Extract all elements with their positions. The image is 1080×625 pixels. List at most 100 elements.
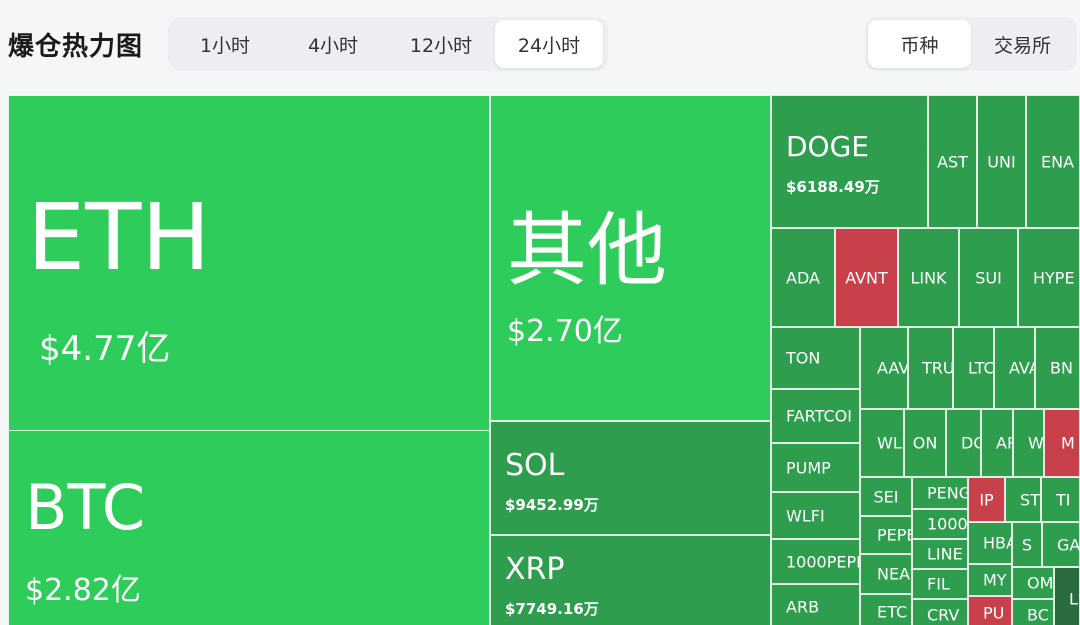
tile-symbol: AR (996, 433, 1012, 453)
tile-wl[interactable]: WL (860, 409, 904, 477)
tile-symbol: WL (877, 433, 902, 453)
tile-etc[interactable]: ETC (860, 594, 912, 625)
tile-bn[interactable]: BN (1035, 327, 1080, 409)
tile-fil[interactable]: FIL (912, 569, 968, 599)
tile-sol[interactable]: SOL $9452.99万 (490, 421, 771, 535)
tile-link[interactable]: LINK (898, 228, 959, 327)
tile-arb[interactable]: ARB (771, 584, 860, 625)
tile-symbol: SUI (975, 268, 1002, 287)
tile-symbol: SEI (873, 487, 899, 506)
tile-symbol: UNI (987, 152, 1016, 171)
tile-wlfi[interactable]: WLFI (771, 492, 860, 539)
tile-symbol: IP (979, 490, 994, 509)
tile-near[interactable]: NEA (860, 554, 912, 594)
tile-1000pepe[interactable]: 1000PEPI (771, 539, 860, 584)
tile-symbol: AAV (877, 358, 908, 378)
tile-ar[interactable]: AR (981, 409, 1013, 477)
tile-symbol: TON (786, 348, 821, 368)
tile-line[interactable]: LINE (912, 539, 968, 569)
tile-symbol: AST (937, 152, 968, 171)
tile-symbol: ARB (786, 597, 820, 617)
tile-symbol: SOL (505, 448, 565, 483)
tile-ti[interactable]: TI (1041, 477, 1080, 522)
tile-crv[interactable]: CRV (912, 599, 968, 625)
tile-symbol: PENG (927, 483, 968, 503)
tile-tru[interactable]: TRU (908, 327, 953, 409)
tile-s[interactable]: S (1012, 522, 1042, 567)
tile-symbol: LINE (927, 544, 963, 564)
tile-ip[interactable]: IP (968, 477, 1005, 522)
tile-fartcoin[interactable]: FARTCOI (771, 389, 860, 443)
tile-value: $6188.49万 (786, 178, 880, 196)
tile-my[interactable]: MY (968, 564, 1012, 596)
tile-symbol: CRV (927, 605, 960, 624)
tile-symbol: PU (983, 603, 1005, 623)
tile-symbol: ST (1020, 490, 1040, 509)
tile-symbol: TRU (922, 358, 953, 378)
tile-symbol: BN (1050, 358, 1073, 378)
tile-other[interactable]: 其他 $2.70亿 (490, 95, 771, 421)
tile-symbol: ENA (1041, 152, 1075, 171)
tile-symbol: 其他 (507, 204, 667, 297)
tile-symbol: M (1061, 433, 1075, 453)
tile-avnt[interactable]: AVNT (835, 228, 898, 327)
tile-hype[interactable]: HYPE (1018, 228, 1080, 327)
tile-aave[interactable]: AAV (860, 327, 908, 409)
tile-symbol: DOGE (786, 130, 869, 163)
tile-value: $4.77亿 (39, 329, 171, 369)
tile-pump[interactable]: PUMP (771, 443, 860, 492)
tile-symbol: FIL (927, 574, 950, 594)
tile-pepe[interactable]: PEPE (860, 516, 912, 554)
tile-symbol: ON (912, 433, 938, 453)
tile-sui[interactable]: SUI (959, 228, 1018, 327)
tile-m[interactable]: M (1044, 409, 1080, 477)
tile-eth[interactable]: ETH $4.77亿 (8, 95, 490, 431)
tile-ltc[interactable]: LTC (953, 327, 994, 409)
tile-w[interactable]: W (1013, 409, 1044, 477)
tile-hba[interactable]: HBA (968, 522, 1012, 564)
tile-symbol: PEPE (877, 525, 911, 545)
tile-uni[interactable]: UNI (977, 95, 1026, 228)
tile-symbol: BTC (25, 471, 146, 544)
tile-ena[interactable]: ENA (1026, 95, 1080, 228)
tile-symbol: TI (1056, 490, 1071, 509)
liquidation-treemap: ETH $4.77亿 BTC $2.82亿 其他 $2.70亿 SOL $945… (0, 0, 1080, 625)
tile-sei[interactable]: SEI (860, 477, 912, 516)
tile-symbol: AVNT (845, 268, 888, 287)
tile-ada[interactable]: ADA (771, 228, 835, 327)
tile-symbol: HYPE (1033, 268, 1075, 287)
tile-ga[interactable]: GA (1042, 522, 1080, 567)
tile-symbol: 1000PEPI (786, 552, 860, 571)
tile-btc[interactable]: BTC $2.82亿 (8, 430, 490, 625)
tile-om[interactable]: OM (1012, 567, 1054, 599)
tile-symbol: GA (1057, 535, 1080, 554)
tile-symbol: ETH (27, 184, 211, 291)
tile-symbol: AVA (1009, 358, 1034, 378)
tile-symbol: WLFI (786, 506, 825, 525)
tile-symbol: MY (983, 570, 1007, 590)
tile-ava[interactable]: AVA (994, 327, 1035, 409)
tile-symbol: XRP (505, 552, 565, 587)
tile-on[interactable]: ON (904, 409, 946, 477)
tile-bc[interactable]: BC (1012, 599, 1054, 625)
tile-symbol: DO (961, 433, 980, 453)
tile-ton[interactable]: TON (771, 327, 860, 389)
tile-doge[interactable]: DOGE $6188.49万 (771, 95, 928, 228)
tile-symbol: 1000 (927, 514, 968, 534)
tile-st[interactable]: ST (1005, 477, 1041, 522)
tile-l[interactable]: L (1054, 567, 1080, 625)
tile-xrp[interactable]: XRP $7749.16万 (490, 535, 771, 625)
tile-value: $2.82亿 (25, 573, 141, 608)
tile-symbol: S (1021, 535, 1033, 554)
tile-symbol: ADA (786, 268, 820, 287)
tile-pu[interactable]: PU (968, 596, 1012, 625)
tile-do[interactable]: DO (946, 409, 981, 477)
tile-symbol: FARTCOI (786, 406, 852, 426)
tile-1000[interactable]: 1000 (912, 509, 968, 539)
tile-symbol: PUMP (786, 458, 831, 477)
tile-symbol: W (1028, 433, 1044, 453)
tile-symbol: NEA (877, 564, 911, 584)
tile-ast[interactable]: AST (928, 95, 977, 228)
tile-symbol: BC (1027, 605, 1049, 624)
tile-peng[interactable]: PENG (912, 477, 968, 509)
